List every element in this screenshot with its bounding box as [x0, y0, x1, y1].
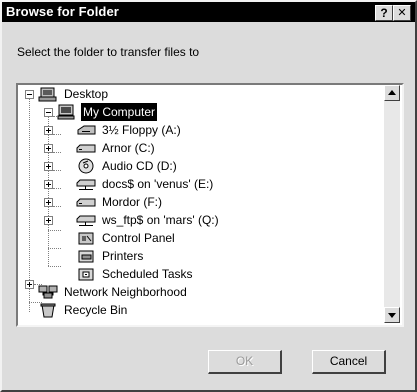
ok-button[interactable]: OK [208, 350, 282, 374]
computer-icon [57, 104, 77, 120]
arrow-up-icon [388, 90, 396, 95]
arrow-down-icon [388, 313, 396, 318]
network-icon [38, 284, 58, 300]
hard-drive-icon [76, 194, 96, 210]
tree-connector [53, 134, 61, 135]
recycle-bin-icon [38, 302, 58, 318]
expand-toggle-arnor[interactable] [44, 144, 53, 153]
network-drive-icon [76, 212, 96, 228]
expand-toggle-floppy[interactable] [44, 126, 53, 135]
tree-connector [48, 248, 61, 249]
folder-tree[interactable]: Desktop My Computer 3½ Floppy (A:) Arnor… [16, 83, 404, 327]
expand-toggle-network[interactable] [25, 280, 34, 289]
close-button[interactable]: ✕ [393, 5, 411, 21]
tree-connector [48, 230, 61, 231]
browse-for-folder-dialog: Browse for Folder ? ✕ Select the folder … [0, 0, 417, 392]
hard-drive-icon [76, 140, 96, 156]
tree-connector [48, 266, 61, 267]
floppy-drive-icon [76, 122, 96, 138]
cd-drive-icon [76, 158, 96, 174]
help-button[interactable]: ? [375, 5, 393, 21]
cancel-button[interactable]: Cancel [312, 350, 386, 374]
title-bar[interactable]: Browse for Folder ? ✕ [2, 2, 415, 22]
tree-connector [53, 206, 61, 207]
printer-folder-icon [76, 248, 96, 264]
scheduled-tasks-icon [76, 266, 96, 282]
tree-connector [48, 116, 49, 266]
scroll-down-button[interactable] [384, 307, 400, 323]
expand-toggle-ws-ftp[interactable] [44, 216, 53, 225]
scroll-up-button[interactable] [384, 85, 400, 101]
tree-connector [53, 188, 61, 189]
window-title: Browse for Folder [6, 4, 119, 19]
instruction-text: Select the folder to transfer files to [17, 45, 200, 59]
control-panel-icon [76, 230, 96, 246]
tree-connector [53, 170, 61, 171]
collapse-toggle-desktop[interactable] [25, 90, 34, 99]
expand-toggle-docs[interactable] [44, 180, 53, 189]
network-drive-icon [76, 176, 96, 192]
tree-connector [53, 152, 61, 153]
expand-toggle-mordor[interactable] [44, 198, 53, 207]
vertical-scrollbar[interactable] [384, 85, 400, 323]
expand-toggle-audio-cd[interactable] [44, 162, 53, 171]
collapse-toggle-my-computer[interactable] [44, 108, 53, 117]
desktop-icon [38, 86, 58, 102]
